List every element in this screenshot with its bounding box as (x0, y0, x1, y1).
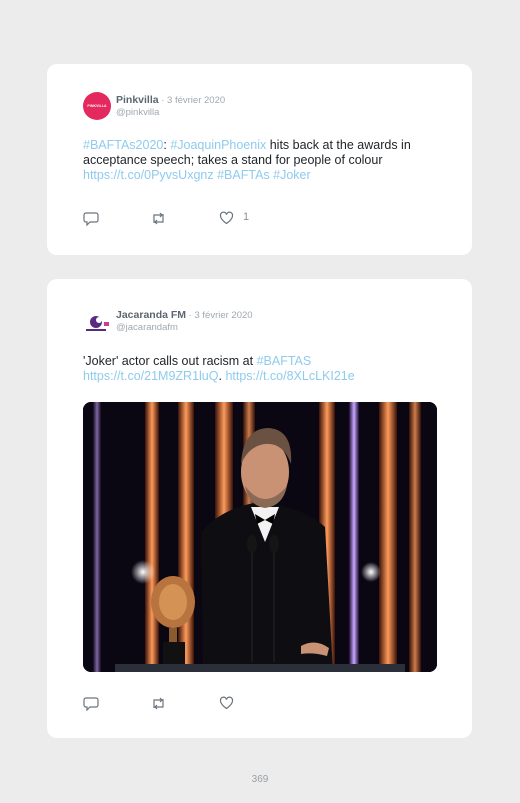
retweet-icon[interactable] (150, 696, 167, 711)
tweet-card-jacaranda: Jacaranda FM · 3 février 2020 @jacaranda… (47, 279, 472, 738)
url-link[interactable]: https://t.co/21M9ZR1luQ (83, 369, 218, 383)
avatar[interactable] (83, 310, 111, 338)
author-name[interactable]: Pinkvilla · 3 février 2020 (116, 94, 225, 106)
stage-photo (83, 402, 437, 672)
tweet-text: 'Joker' actor calls out racism at #BAFTA… (83, 354, 443, 384)
retweet-icon[interactable] (150, 211, 167, 226)
tweet-media-photo[interactable] (83, 402, 437, 672)
author-handle[interactable]: @pinkvilla (116, 107, 159, 118)
hashtag-link[interactable]: #Joker (273, 168, 311, 182)
reply-icon[interactable] (83, 211, 99, 226)
author-name[interactable]: Jacaranda FM · 3 février 2020 (116, 309, 253, 321)
tweet-actions: 1 (83, 211, 283, 227)
url-link[interactable]: https://t.co/8XLcLKI21e (225, 369, 354, 383)
tweet-actions (83, 696, 283, 712)
url-link[interactable]: https://t.co/0PyvsUxgnz (83, 168, 214, 182)
tweet-text: #BAFTAs2020: #JoaquinPhoenix hits back a… (83, 138, 443, 183)
author-name-text[interactable]: Pinkvilla (116, 94, 159, 106)
tweet-text-segment: 'Joker' actor calls out racism at (83, 354, 257, 368)
like-count: 1 (243, 211, 250, 223)
tweet-date[interactable]: · 3 février 2020 (159, 95, 225, 106)
tweet-date[interactable]: · 3 février 2020 (186, 310, 253, 321)
hashtag-link[interactable]: #BAFTAS (257, 354, 312, 368)
reply-icon[interactable] (83, 696, 99, 711)
author-handle[interactable]: @jacarandafm (116, 322, 178, 333)
hashtag-link[interactable]: #BAFTAs (217, 168, 270, 182)
avatar[interactable]: PINKVILLA (83, 92, 111, 120)
hashtag-link[interactable]: #JoaquinPhoenix (170, 138, 266, 152)
avatar-logo-text: PINKVILLA (87, 104, 107, 108)
tweet-card-pinkvilla: PINKVILLA Pinkvilla · 3 février 2020 @pi… (47, 64, 472, 255)
jacaranda-logo-icon (86, 316, 109, 331)
page-number: 369 (251, 774, 269, 785)
author-name-text[interactable]: Jacaranda FM (116, 309, 186, 321)
heart-icon[interactable] (219, 696, 234, 710)
hashtag-link[interactable]: #BAFTAs2020 (83, 138, 163, 152)
heart-icon[interactable] (219, 211, 234, 225)
